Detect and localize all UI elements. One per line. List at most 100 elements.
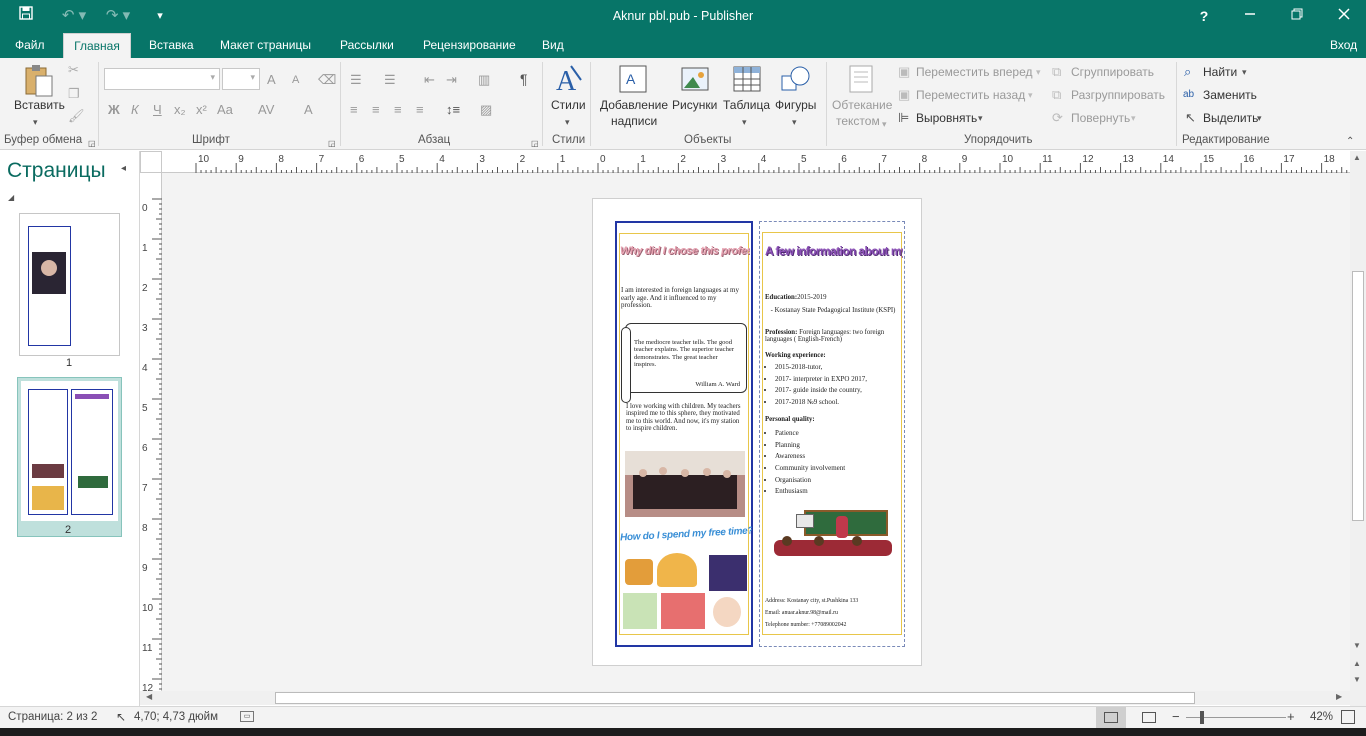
decrease-indent-icon[interactable]: ⇤ <box>424 72 435 88</box>
wrap-text-dropdown-icon[interactable]: ▾ <box>882 116 887 132</box>
shapes-button[interactable]: Фигуры <box>775 98 816 112</box>
collapse-panel-icon[interactable]: ◂ <box>121 163 126 174</box>
tab-insert[interactable]: Вставка <box>139 33 204 58</box>
align-center-icon[interactable]: ≡ <box>372 102 380 118</box>
zoom-out-icon[interactable]: − <box>1172 709 1180 724</box>
brochure-right-panel[interactable]: A few information about myself Education… <box>759 221 905 647</box>
scroll-right-icon[interactable]: ▶ <box>1336 692 1342 701</box>
rotate-dropdown-icon[interactable]: ▾ <box>1131 110 1136 126</box>
align-icon[interactable]: ⊫ <box>898 110 909 126</box>
bold-button[interactable]: Ж <box>108 102 120 118</box>
font-launcher-icon[interactable]: ◲ <box>328 136 336 152</box>
address-text[interactable]: Address: Kostanay city, st.Pushkina 133 <box>765 598 905 604</box>
scroll-left-icon[interactable]: ◀ <box>146 692 152 701</box>
brochure-left-panel[interactable]: Why did I chose this profession? I am in… <box>615 221 753 647</box>
superscript-button[interactable]: x² <box>196 102 207 118</box>
classroom-illustration[interactable] <box>774 510 896 560</box>
tab-home[interactable]: Главная <box>63 33 131 58</box>
rotate-button[interactable]: Повернуть <box>1071 111 1130 125</box>
restore-icon[interactable] <box>1287 6 1307 26</box>
subscript-button[interactable]: x₂ <box>174 102 186 118</box>
page-thumbnail-1[interactable] <box>19 213 120 356</box>
font-size-field[interactable]: ▾ <box>222 68 260 90</box>
shrink-font-icon[interactable]: A <box>292 72 299 88</box>
ruler-corner[interactable] <box>140 151 162 173</box>
publication-page[interactable]: Why did I chose this profession? I am in… <box>592 198 922 666</box>
wrap-text-button-line1[interactable]: Обтекание <box>832 98 892 112</box>
minimize-icon[interactable] <box>1240 6 1260 26</box>
zoom-slider-thumb[interactable] <box>1200 711 1204 724</box>
line-spacing-icon[interactable]: ↕≡ <box>446 102 460 118</box>
bring-forward-button[interactable]: Переместить вперед <box>916 65 1032 79</box>
bring-forward-icon[interactable]: ▣ <box>898 64 910 80</box>
align-right-icon[interactable]: ≡ <box>394 102 402 118</box>
phone-text[interactable]: Telephone number: +77089002042 <box>765 622 905 628</box>
font-name-field[interactable]: ▾ <box>104 68 220 90</box>
single-page-view-button[interactable] <box>1096 707 1126 728</box>
bring-forward-dropdown-icon[interactable]: ▾ <box>1036 64 1041 80</box>
qualities-list[interactable]: Patience Planning Awareness Community in… <box>775 429 905 500</box>
pictures-button[interactable]: Рисунки <box>672 98 717 112</box>
sign-in-link[interactable]: Вход <box>1320 33 1366 58</box>
email-text[interactable]: Email: anuar.aknur.98@mail.ru <box>765 610 905 616</box>
paste-dropdown-icon[interactable]: ▾ <box>33 114 38 130</box>
align-button[interactable]: Выровнять <box>916 111 977 125</box>
experience-label[interactable]: Working experience: <box>765 352 826 359</box>
horizontal-ruler[interactable]: 10 9 8 7 6 5 4 3 2 1 0 1 2 3 4 5 6 7 8 9 10 11 12 13 14 15 16 17 18 <box>162 151 1358 173</box>
group-button[interactable]: Сгруппировать <box>1071 65 1154 79</box>
select-icon[interactable]: ↖ <box>1185 110 1196 126</box>
find-button[interactable]: Найти <box>1203 65 1237 79</box>
help-icon[interactable]: ? <box>1194 6 1214 26</box>
intro-text[interactable]: I am interested in foreign languages at … <box>621 286 745 310</box>
tab-review[interactable]: Рецензирование <box>413 33 526 58</box>
replace-button[interactable]: Заменить <box>1203 88 1257 102</box>
scroll-up-icon[interactable]: ▲ <box>1353 153 1361 162</box>
table-button[interactable]: Таблица <box>723 98 770 112</box>
profession-line[interactable]: Profession: Foreign languages: two forei… <box>765 329 899 344</box>
expand-triangle-icon[interactable]: ◢ <box>8 193 14 202</box>
replace-icon[interactable]: ab <box>1183 87 1194 103</box>
shading-icon[interactable]: ▨ <box>480 102 492 118</box>
ungroup-button[interactable]: Разгруппировать <box>1071 88 1165 102</box>
horizontal-scrollbar[interactable]: ◀ ▶ <box>140 691 1350 705</box>
grow-font-icon[interactable]: A <box>267 72 276 88</box>
bullets-icon[interactable]: ☰ <box>350 72 362 88</box>
wrap-text-button-line2[interactable]: текстом <box>836 114 880 128</box>
send-backward-button[interactable]: Переместить назад <box>916 88 1025 102</box>
experience-list[interactable]: 2015-2018-tutor, 2017- interpreter in EX… <box>775 363 905 411</box>
pictures-icon[interactable] <box>680 64 710 94</box>
scroll-down-icon[interactable]: ▼ <box>1353 641 1361 650</box>
italic-button[interactable]: К <box>131 102 139 118</box>
select-button[interactable]: Выделить <box>1203 111 1258 125</box>
send-backward-dropdown-icon[interactable]: ▾ <box>1028 87 1033 103</box>
hobbies-collage[interactable] <box>623 553 747 633</box>
pilcrow-button[interactable]: ¶ <box>520 71 528 87</box>
textbox-button-line1[interactable]: Добавление <box>600 98 668 112</box>
send-backward-icon[interactable]: ▣ <box>898 87 910 103</box>
clipboard-launcher-icon[interactable]: ◲ <box>88 136 96 152</box>
vertical-ruler[interactable]: 0 1 2 3 4 5 6 7 8 9 10 11 12 <box>140 173 162 694</box>
page-status[interactable]: Страница: 2 из 2 <box>8 711 97 723</box>
textbox-button-line2[interactable]: надписи <box>611 114 657 128</box>
zoom-level[interactable]: 42% <box>1310 711 1333 723</box>
ungroup-icon[interactable]: ⧉ <box>1052 87 1061 103</box>
zoom-in-icon[interactable]: + <box>1287 709 1295 724</box>
styles-button[interactable]: Стили <box>551 98 586 112</box>
right-heading[interactable]: A few information about myself <box>765 244 903 258</box>
quote-scroll[interactable]: The mediocre teacher tells. The good tea… <box>625 323 747 393</box>
styles-icon[interactable]: A <box>553 62 585 98</box>
shapes-icon[interactable] <box>780 64 812 94</box>
cut-icon[interactable]: ✂ <box>68 62 79 78</box>
find-icon[interactable]: ⌕ <box>1184 64 1191 80</box>
paragraph-launcher-icon[interactable]: ◲ <box>531 136 539 152</box>
shapes-dropdown-icon[interactable]: ▾ <box>792 114 797 130</box>
columns-icon[interactable]: ▥ <box>478 72 490 88</box>
previous-page-icon[interactable]: ▲ <box>1353 659 1361 668</box>
horizontal-scroll-thumb[interactable] <box>275 692 1195 704</box>
increase-indent-icon[interactable]: ⇥ <box>446 72 457 88</box>
styles-dropdown-icon[interactable]: ▾ <box>565 114 570 130</box>
workspace[interactable]: Why did I chose this profession? I am in… <box>162 173 1350 691</box>
education-line[interactable]: Education:2015-2019 <box>765 294 899 301</box>
two-page-view-icon[interactable] <box>1142 712 1156 723</box>
para-2-text[interactable]: I love working with children. My teacher… <box>626 403 746 433</box>
